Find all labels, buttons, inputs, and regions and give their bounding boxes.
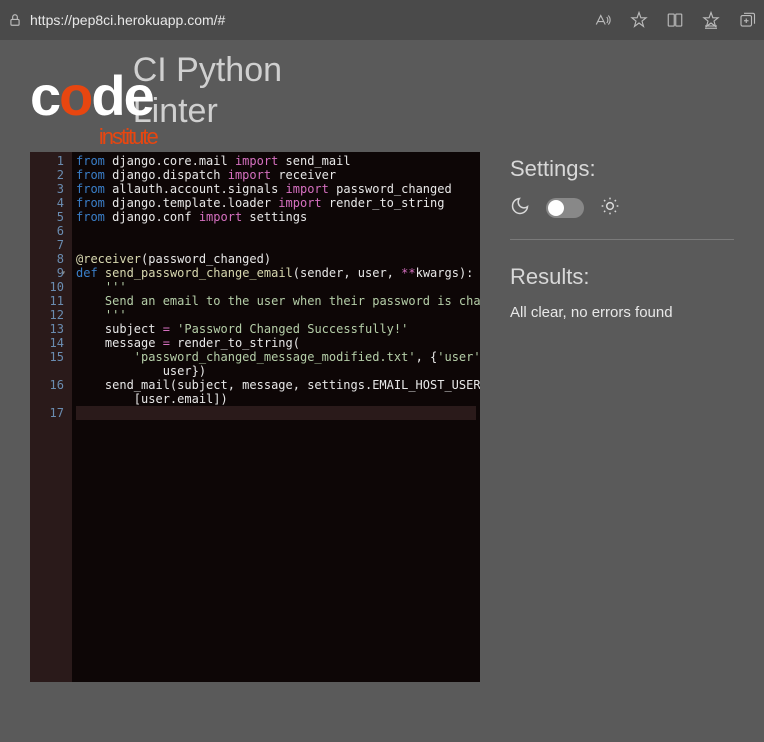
settings-heading: Settings: bbox=[510, 156, 734, 182]
collections-icon[interactable] bbox=[738, 11, 756, 29]
logo-part-o: o bbox=[59, 68, 91, 124]
browser-actions bbox=[594, 11, 756, 29]
code-editor[interactable]: 123456789101112131415 16 17 from django.… bbox=[30, 152, 480, 682]
page-title: CI Python Linter bbox=[133, 50, 282, 132]
code-area[interactable]: from django.core.mail import send_mailfr… bbox=[72, 152, 480, 682]
lock-icon bbox=[8, 13, 22, 27]
logo-part-1: c bbox=[30, 64, 59, 127]
sidebar: Settings: Results: All clear, no errors … bbox=[510, 152, 734, 682]
browser-address-bar: https://pep8ci.herokuapp.com/# bbox=[0, 0, 764, 40]
logo: code institute bbox=[30, 68, 153, 124]
page-header: code institute CI Python Linter bbox=[0, 40, 764, 142]
split-screen-icon[interactable] bbox=[666, 11, 684, 29]
main-content: 123456789101112131415 16 17 from django.… bbox=[0, 152, 764, 682]
line-gutter: 123456789101112131415 16 17 bbox=[30, 152, 72, 682]
settings-row bbox=[510, 196, 734, 240]
url-text[interactable]: https://pep8ci.herokuapp.com/# bbox=[30, 12, 586, 28]
theme-toggle[interactable] bbox=[546, 198, 584, 218]
results-heading: Results: bbox=[510, 264, 734, 290]
moon-icon bbox=[510, 196, 530, 221]
sun-icon bbox=[600, 196, 620, 221]
favorite-icon[interactable] bbox=[630, 11, 648, 29]
read-aloud-icon[interactable] bbox=[594, 11, 612, 29]
results-text: All clear, no errors found bbox=[510, 304, 734, 321]
logo-part-2: de bbox=[91, 64, 152, 127]
favorites-list-icon[interactable] bbox=[702, 11, 720, 29]
logo-subtitle: institute bbox=[99, 126, 157, 148]
